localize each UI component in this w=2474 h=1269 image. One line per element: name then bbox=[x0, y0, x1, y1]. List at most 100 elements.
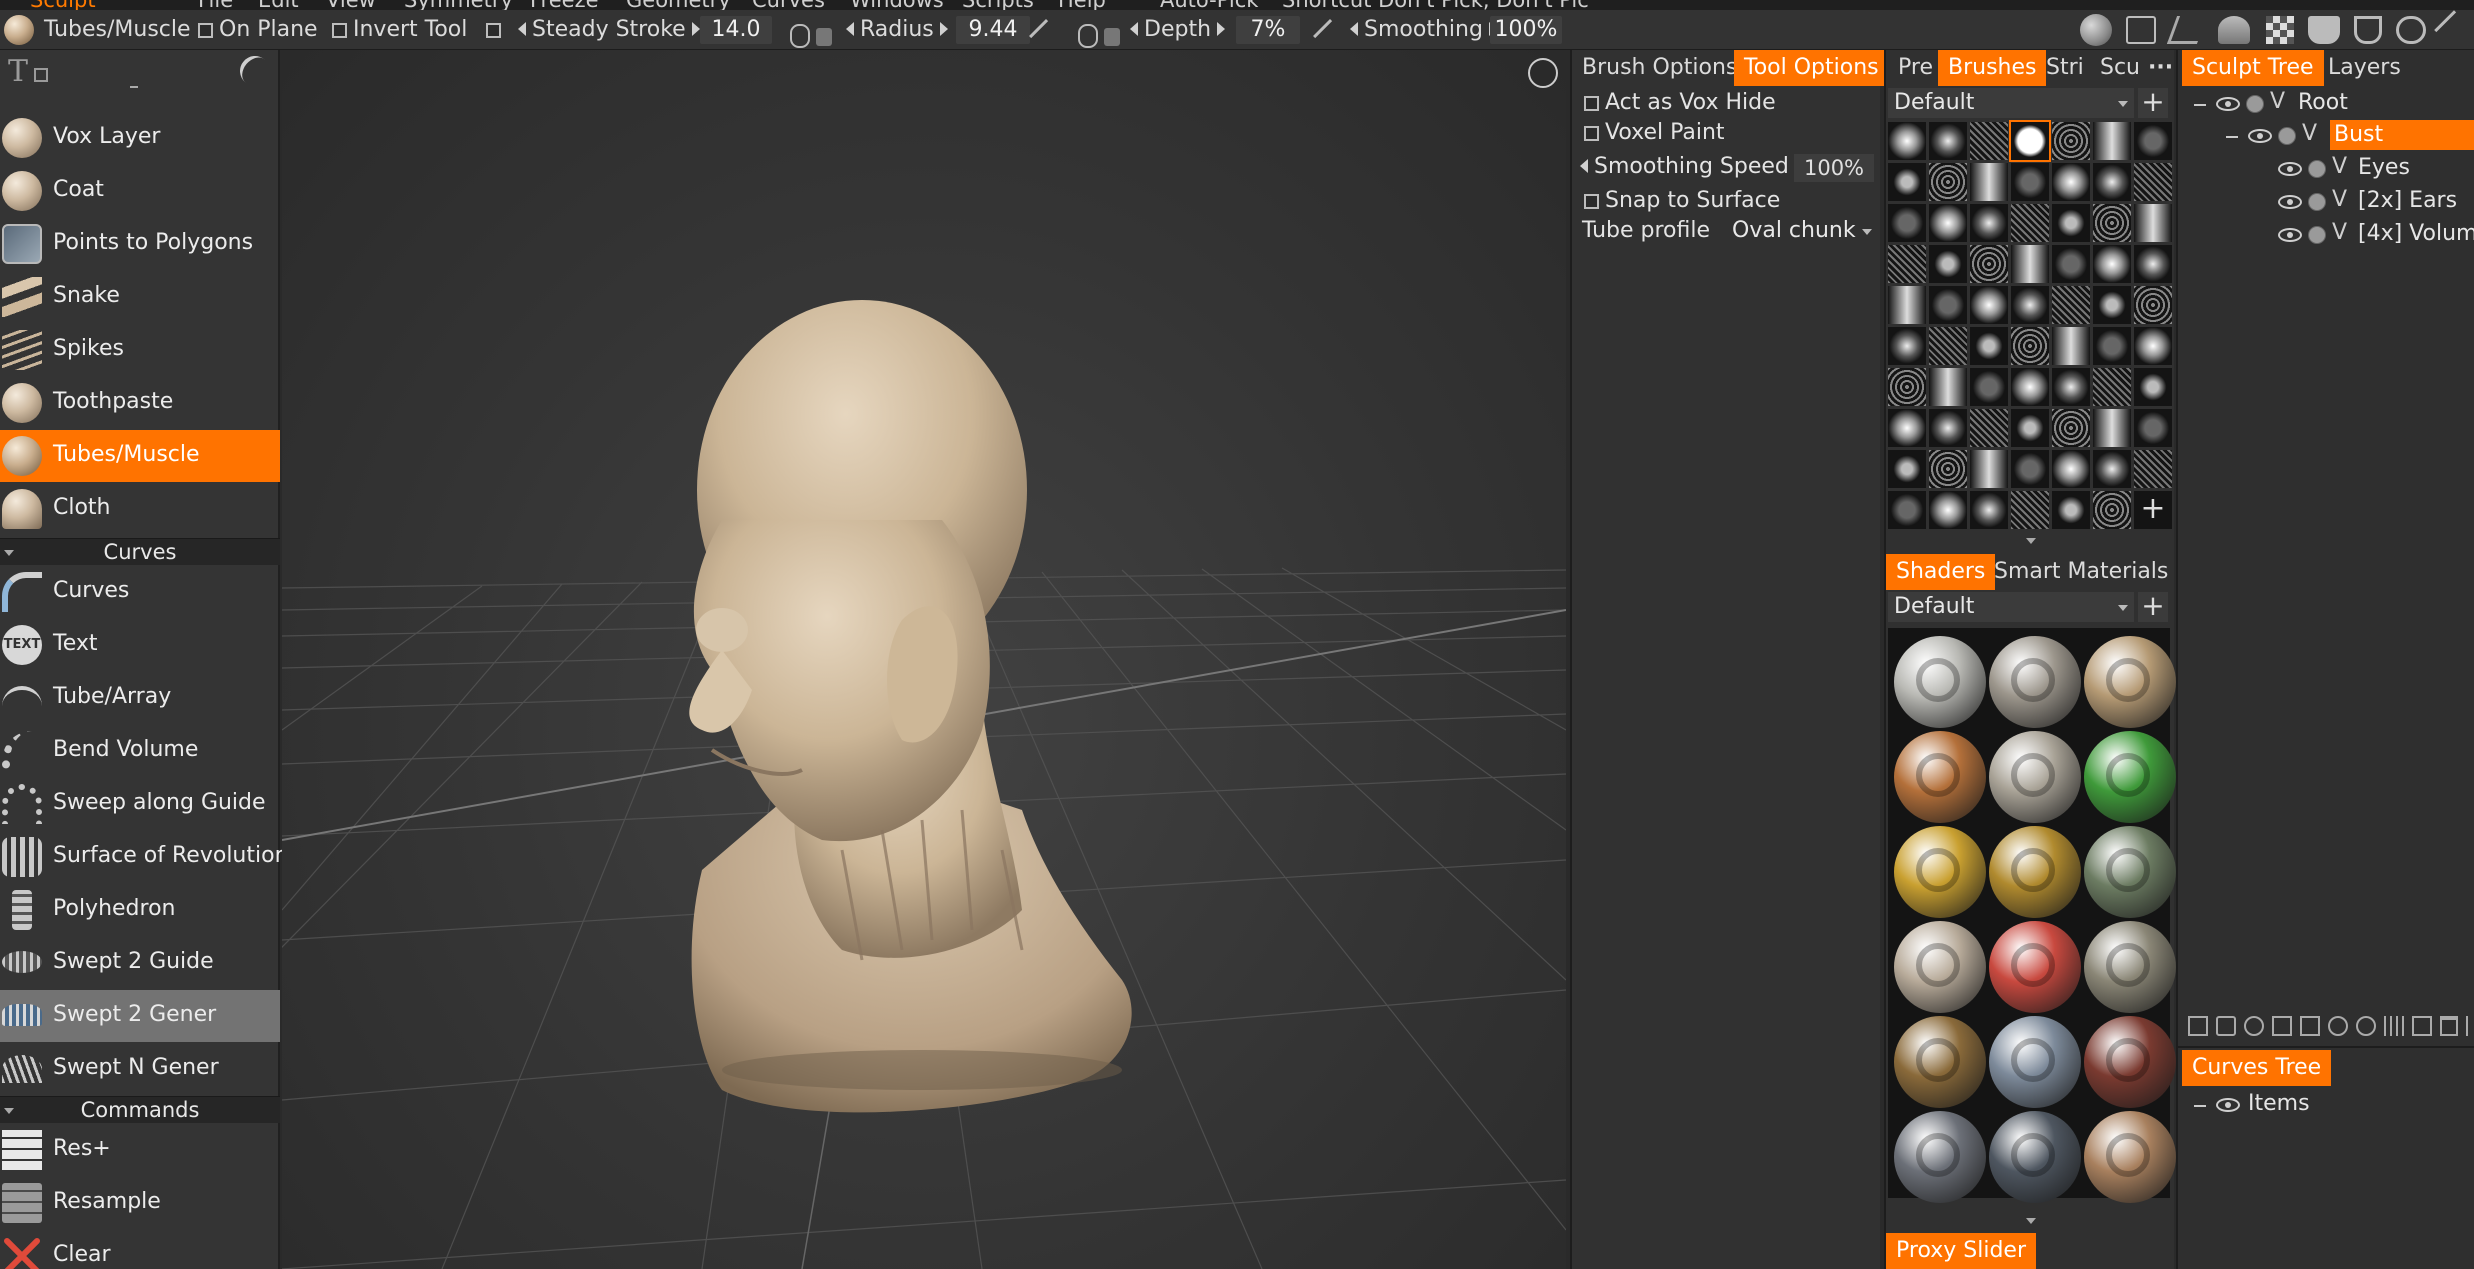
brush-alpha-thumb[interactable] bbox=[1970, 368, 2008, 406]
tool-sweep-along-guide[interactable]: Sweep along Guide bbox=[0, 778, 280, 830]
brush-alpha-thumb[interactable] bbox=[2052, 204, 2090, 242]
brush-alpha-thumb[interactable] bbox=[2052, 163, 2090, 201]
symmetry-copy-icon[interactable] bbox=[2356, 1016, 2376, 1036]
add-brush-icon[interactable]: + bbox=[2138, 88, 2168, 118]
merge-icon[interactable] bbox=[2300, 1016, 2320, 1036]
tab-strips[interactable]: Stri bbox=[2036, 50, 2094, 86]
visibility-eye-icon[interactable] bbox=[2278, 228, 2302, 242]
invert-tool-checkbox[interactable]: Invert Tool bbox=[332, 16, 467, 44]
shader-sphere[interactable] bbox=[2084, 731, 2176, 823]
command-resample[interactable]: Resample bbox=[0, 1177, 280, 1229]
brush-alpha-thumb[interactable] bbox=[1888, 491, 1926, 529]
brush-alpha-thumb[interactable] bbox=[2093, 122, 2131, 160]
visibility-eye-icon[interactable] bbox=[2278, 162, 2302, 176]
brush-alpha-thumb[interactable] bbox=[2134, 245, 2172, 283]
tab-presets[interactable]: Pre bbox=[1886, 50, 1945, 86]
checker-icon[interactable] bbox=[2266, 16, 2294, 44]
tab-smart-materials[interactable]: Smart Materials bbox=[1984, 554, 2178, 590]
tool-toothpaste[interactable]: Toothpaste bbox=[0, 377, 280, 429]
brush-alpha-thumb[interactable] bbox=[1888, 327, 1926, 365]
brush-alpha-thumb[interactable] bbox=[1929, 245, 1967, 283]
menu-windows[interactable]: Windows bbox=[850, 0, 944, 10]
tool-snake[interactable]: Snake bbox=[0, 271, 280, 323]
brush-alpha-thumb[interactable] bbox=[2011, 491, 2049, 529]
brush-alpha-thumb[interactable] bbox=[2093, 491, 2131, 529]
brush-grid-expand-icon[interactable] bbox=[2026, 538, 2036, 544]
visibility-eye-icon[interactable] bbox=[2278, 195, 2302, 209]
brush-alpha-thumb[interactable] bbox=[2011, 327, 2049, 365]
brush-alpha-thumb[interactable] bbox=[2093, 163, 2131, 201]
ghost-toggle-icon[interactable] bbox=[2308, 226, 2326, 244]
instance-icon[interactable] bbox=[2244, 1016, 2264, 1036]
menu-edit[interactable]: Edit bbox=[258, 0, 299, 10]
brush-alpha-thumb[interactable] bbox=[2052, 491, 2090, 529]
brush-alpha-thumb[interactable] bbox=[2011, 286, 2049, 324]
shader-sphere[interactable] bbox=[1894, 731, 1986, 823]
steady-stroke-checkbox[interactable] bbox=[486, 16, 507, 44]
brush-alpha-thumb[interactable] bbox=[2052, 245, 2090, 283]
brush-stroke-icon[interactable] bbox=[2218, 16, 2250, 44]
depth-value[interactable]: 7% bbox=[1236, 16, 1300, 44]
tool-vox-layer[interactable]: Vox Layer bbox=[0, 112, 280, 164]
sculpted-bust[interactable] bbox=[282, 50, 1566, 1269]
camera-navigation-icon[interactable] bbox=[1528, 58, 1558, 88]
add-shader-icon[interactable]: + bbox=[2138, 592, 2168, 622]
shader-sphere[interactable] bbox=[1989, 1111, 2081, 1203]
brush-alpha-thumb[interactable] bbox=[2134, 286, 2172, 324]
depth-slider[interactable]: Depth bbox=[1130, 16, 1226, 44]
lock-icon-2[interactable] bbox=[1104, 28, 1120, 46]
smoothing-value[interactable]: 100% bbox=[1490, 16, 1562, 44]
shader-sphere[interactable] bbox=[1989, 1016, 2081, 1108]
visibility-eye-icon[interactable] bbox=[2216, 97, 2240, 111]
scroll-up-icon[interactable] bbox=[130, 86, 138, 90]
paint-bucket-icon[interactable] bbox=[2308, 16, 2340, 44]
brush-alpha-thumb[interactable] bbox=[1888, 204, 1926, 242]
ghost-toggle-icon[interactable] bbox=[2278, 127, 2296, 145]
radius-value[interactable]: 9.44 bbox=[956, 16, 1030, 44]
brush-alpha-thumb[interactable] bbox=[2134, 163, 2172, 201]
add-volume-icon[interactable] bbox=[2188, 1016, 2208, 1036]
brush-alpha-thumb[interactable] bbox=[1929, 409, 1967, 447]
tab-brush-options[interactable]: Brush Options bbox=[1572, 50, 1747, 86]
link-icon[interactable] bbox=[2396, 16, 2426, 44]
brush-alpha-thumb[interactable] bbox=[2011, 368, 2049, 406]
brush-alpha-thumb[interactable] bbox=[2093, 204, 2131, 242]
tree-node-ears[interactable]: [2x] Ears bbox=[2358, 186, 2457, 216]
menu-file[interactable]: File bbox=[198, 0, 233, 10]
tool-swept-2-guide[interactable]: Swept 2 Guide bbox=[0, 937, 280, 989]
section-commands[interactable]: Commands bbox=[0, 1096, 280, 1123]
smoothing-pen-icon[interactable] bbox=[1313, 19, 1347, 53]
ghost-toggle-icon[interactable] bbox=[2246, 95, 2264, 113]
tab-brushes[interactable]: Brushes bbox=[1938, 50, 2047, 86]
tab-sculpt-tree[interactable]: Sculpt Tree bbox=[2182, 50, 2324, 86]
proxy-slider-tab[interactable]: Proxy Slider bbox=[1886, 1233, 2036, 1269]
steady-stroke-value[interactable]: 14.0 bbox=[700, 16, 772, 44]
tool-surface-of-revolution[interactable]: Surface of Revolution bbox=[0, 831, 289, 883]
brush-alpha-thumb[interactable] bbox=[1970, 163, 2008, 201]
tool-curves[interactable]: Curves bbox=[0, 566, 280, 618]
brush-alpha-thumb[interactable] bbox=[2134, 450, 2172, 488]
tree-node-root[interactable]: Root bbox=[2298, 88, 2348, 118]
shader-sphere[interactable] bbox=[1989, 636, 2081, 728]
brush-alpha-thumb[interactable] bbox=[2052, 327, 2090, 365]
lock-icon[interactable] bbox=[816, 28, 832, 46]
shader-sphere[interactable] bbox=[1894, 1111, 1986, 1203]
brush-alpha-thumb[interactable] bbox=[1970, 491, 2008, 529]
shader-sphere[interactable] bbox=[2084, 636, 2176, 728]
visibility-eye-icon[interactable] bbox=[2216, 1098, 2240, 1112]
brush-alpha-thumb[interactable] bbox=[1970, 327, 2008, 365]
command-res-plus[interactable]: Res+ bbox=[0, 1124, 280, 1176]
shader-sphere[interactable] bbox=[1894, 636, 1986, 728]
brush-alpha-thumb[interactable] bbox=[2011, 450, 2049, 488]
menu-symmetry[interactable]: Symmetry bbox=[404, 0, 513, 10]
brush-alpha-thumb[interactable] bbox=[1970, 450, 2008, 488]
cup-icon[interactable] bbox=[2354, 16, 2382, 44]
more-icon[interactable] bbox=[2466, 1016, 2474, 1036]
folder-icon[interactable] bbox=[2272, 1016, 2292, 1036]
shader-grid-expand-icon[interactable] bbox=[2026, 1218, 2036, 1224]
visibility-eye-icon[interactable] bbox=[2248, 129, 2272, 143]
tool-cloth[interactable]: Cloth bbox=[0, 483, 280, 535]
ghost-toggle-icon[interactable] bbox=[2308, 160, 2326, 178]
smoothing-speed-slider[interactable]: Smoothing Speed bbox=[1580, 154, 1803, 179]
duplicate-icon[interactable] bbox=[2216, 1016, 2236, 1036]
